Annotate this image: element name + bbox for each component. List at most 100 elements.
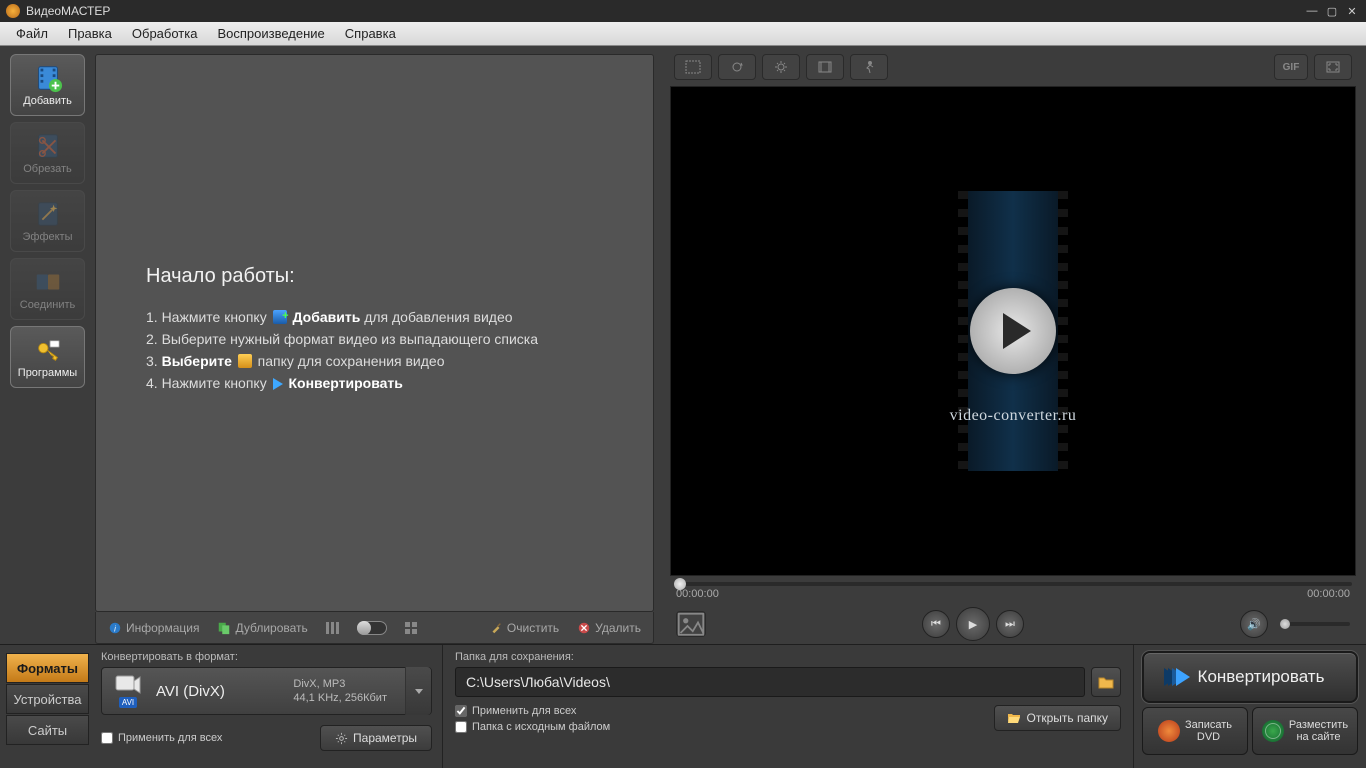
gear-icon: [335, 732, 348, 745]
duplicate-button[interactable]: Дублировать: [217, 621, 307, 635]
stabilize-button[interactable]: [850, 54, 888, 80]
programs-button[interactable]: Программы: [10, 326, 85, 388]
format-section-label: Конвертировать в формат:: [101, 651, 432, 663]
effects-button-label: Эффекты: [22, 231, 72, 243]
gif-button[interactable]: GIF: [1274, 54, 1308, 80]
add-button[interactable]: Добавить: [10, 54, 85, 116]
time-total: 00:00:00: [1307, 588, 1350, 600]
menu-help[interactable]: Справка: [335, 23, 406, 44]
open-folder-button[interactable]: Открыть папку: [994, 705, 1121, 731]
folder-icon: [1098, 675, 1114, 689]
maximize-button[interactable]: ▢: [1324, 4, 1340, 18]
destination-section-label: Папка для сохранения:: [455, 651, 1121, 663]
play-icon: [273, 378, 283, 390]
crop-button-label: Обрезать: [23, 163, 72, 175]
copy-icon: [217, 621, 231, 635]
seek-handle[interactable]: [674, 578, 686, 590]
grid-view-icon[interactable]: [405, 622, 417, 634]
burn-dvd-button[interactable]: ЗаписатьDVD: [1142, 707, 1248, 755]
file-list-panel: Начало работы: 1. Нажмите кнопку Добавит…: [95, 54, 654, 612]
format-dropdown-arrow[interactable]: [405, 667, 431, 715]
tab-sites[interactable]: Сайты: [6, 715, 89, 745]
fullscreen-button[interactable]: [1314, 54, 1352, 80]
info-button[interactable]: iИнформация: [108, 621, 199, 635]
apply-all-dest-checkbox[interactable]: Применить для всех: [455, 705, 610, 717]
brightness-button[interactable]: [762, 54, 800, 80]
seek-slider[interactable]: [674, 582, 1352, 586]
play-circle-icon: [970, 288, 1056, 374]
view-toggle[interactable]: [357, 621, 387, 635]
app-logo-icon: [6, 4, 20, 18]
step-3: 3. Выберите папку для сохранения видео: [146, 350, 623, 372]
effects-button[interactable]: Эффекты: [10, 190, 85, 252]
runner-icon: [861, 60, 877, 74]
filmstrip-graphic: [958, 191, 1068, 471]
crop-tool-button[interactable]: [674, 54, 712, 80]
crop-button[interactable]: Обрезать: [10, 122, 85, 184]
format-badge: AVI: [119, 697, 137, 708]
convert-play-icon: [1176, 668, 1190, 686]
time-current: 00:00:00: [676, 588, 719, 600]
speed-button[interactable]: [806, 54, 844, 80]
action-panel: Конвертировать ЗаписатьDVD Разместитьна …: [1134, 645, 1366, 768]
tab-devices[interactable]: Устройства: [6, 684, 89, 714]
rotate-icon: [729, 60, 745, 74]
parameters-button[interactable]: Параметры: [320, 725, 432, 751]
svg-text:i: i: [114, 624, 116, 633]
image-icon: [677, 612, 705, 637]
step-1: 1. Нажмите кнопку Добавить для добавлени…: [146, 306, 623, 328]
convert-button[interactable]: Конвертировать: [1142, 651, 1358, 703]
volume-slider[interactable]: [1280, 622, 1350, 626]
publish-button[interactable]: Разместитьна сайте: [1252, 707, 1358, 755]
info-icon: i: [108, 621, 122, 635]
join-button[interactable]: Соединить: [10, 258, 85, 320]
source-folder-checkbox[interactable]: Папка с исходным файлом: [455, 721, 610, 733]
programs-button-label: Программы: [18, 367, 77, 379]
avi-icon: AVI: [110, 673, 146, 709]
list-view-icon[interactable]: [326, 622, 339, 634]
destination-box: Папка для сохранения: Применить для всех…: [443, 645, 1134, 768]
format-selector[interactable]: AVI AVI (DivX) DivX, MP3 44,1 KHz, 256Кб…: [101, 667, 432, 715]
folder-icon: [238, 354, 252, 368]
format-box: Конвертировать в формат: AVI AVI (DivX) …: [95, 645, 443, 768]
next-button[interactable]: ⏭: [996, 610, 1024, 638]
snapshot-button[interactable]: [676, 611, 706, 637]
film-add-icon: [33, 63, 63, 93]
crop-rect-icon: [685, 60, 701, 74]
video-viewport[interactable]: video-converter.ru: [670, 86, 1356, 576]
x-icon: [577, 621, 591, 635]
destination-path-input[interactable]: [455, 667, 1085, 697]
format-tab-list: Форматы Устройства Сайты: [0, 645, 95, 768]
clear-button[interactable]: Очистить: [489, 621, 559, 635]
getting-started-heading: Начало работы:: [146, 265, 623, 288]
wand-icon: [33, 199, 63, 229]
film-icon: [817, 60, 833, 74]
prev-button[interactable]: ⏮: [922, 610, 950, 638]
format-name: AVI (DivX): [156, 683, 225, 700]
window-title: ВидеоМАСТЕР: [26, 4, 110, 18]
menu-playback[interactable]: Воспроизведение: [207, 23, 334, 44]
mute-button[interactable]: 🔊: [1240, 610, 1268, 638]
add-button-label: Добавить: [23, 95, 72, 107]
apply-all-format-checkbox[interactable]: Применить для всех: [101, 732, 222, 744]
play-button[interactable]: ▶: [956, 607, 990, 641]
browse-folder-button[interactable]: [1091, 667, 1121, 697]
format-codec: DivX, MP3: [293, 677, 387, 691]
menu-file[interactable]: Файл: [6, 23, 58, 44]
tool-column: Добавить Обрезать Эффекты Соединить Прог…: [0, 46, 95, 644]
folder-open-icon: [1007, 712, 1021, 724]
minimize-button[interactable]: —: [1304, 4, 1320, 18]
join-button-label: Соединить: [20, 299, 76, 311]
format-audio: 44,1 KHz, 256Кбит: [293, 691, 387, 705]
key-icon: [33, 335, 63, 365]
tab-formats[interactable]: Форматы: [6, 653, 89, 683]
titlebar: ВидеоМАСТЕР — ▢ ✕: [0, 0, 1366, 22]
close-button[interactable]: ✕: [1344, 4, 1360, 18]
brand-watermark: video-converter.ru: [671, 407, 1355, 425]
menu-process[interactable]: Обработка: [122, 23, 208, 44]
menu-edit[interactable]: Правка: [58, 23, 122, 44]
rotate-button[interactable]: [718, 54, 756, 80]
disc-icon: [1158, 720, 1180, 742]
join-icon: [33, 267, 63, 297]
delete-button[interactable]: Удалить: [577, 621, 641, 635]
